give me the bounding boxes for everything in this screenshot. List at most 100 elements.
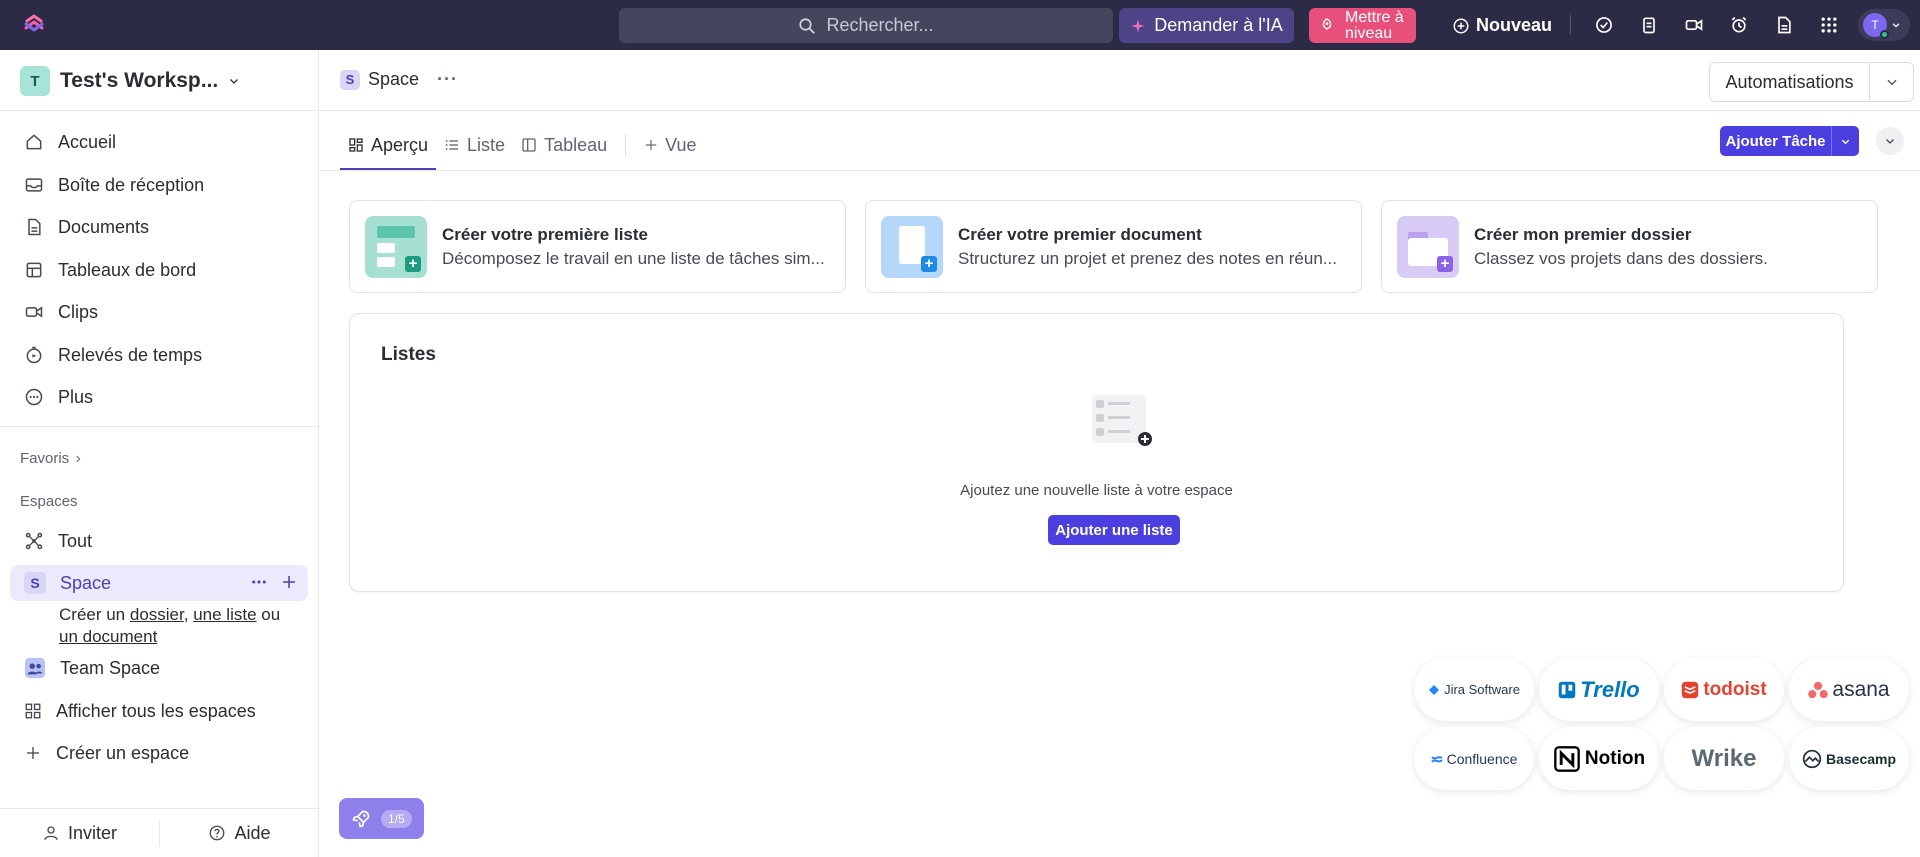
new-label: Nouveau [1476,15,1553,35]
todoist-icon [1682,681,1699,698]
sidebar-item-home[interactable]: Accueil [10,124,308,160]
main-content: S Space ··· Automatisations Aperçu Liste… [320,50,1920,857]
automations-button[interactable]: Automatisations [1709,62,1914,102]
integration-trello[interactable]: Trello [1539,658,1659,721]
integration-notion[interactable]: Notion [1539,727,1659,790]
collapse-toggle-button[interactable] [1876,127,1904,155]
integration-label: Basecamp [1825,750,1897,767]
upgrade-button[interactable]: Mettre à niveau [1309,8,1416,43]
apps-grid-icon[interactable] [1817,13,1841,37]
favorites-section[interactable]: Favoris [20,450,83,467]
avatar: T [1863,13,1889,39]
sidebar-item-clips[interactable]: Clips [10,294,308,330]
space-badge: S [340,69,360,90]
sidebar-item-label: Boîte de réception [58,174,205,195]
sidebar-item-inbox[interactable]: Boîte de réception [10,167,308,203]
ask-ai-button[interactable]: Demander à l'IA [1119,8,1294,43]
tab-board[interactable]: Tableau [513,120,615,170]
home-icon [26,134,42,150]
sidebar-item-documents[interactable]: Documents [10,209,308,245]
help-button[interactable]: Aide [160,823,319,844]
spaces-section-label: Espaces [20,493,78,510]
workspace-switcher[interactable]: T Test's Worksp... [20,65,240,97]
create-folder-card[interactable]: + Créer mon premier dossier Classez vos … [1381,200,1878,293]
basecamp-icon [1802,749,1822,768]
tab-list[interactable]: Liste [436,120,513,170]
create-list-link[interactable]: une liste [193,605,256,624]
search-icon [799,17,816,34]
create-folder-link[interactable]: dossier [130,605,184,624]
create-doc-link[interactable]: un document [59,627,157,646]
tabs-divider [625,134,627,156]
sidebar-item-label: Clips [58,301,99,322]
search-bar[interactable]: Rechercher... [619,8,1113,43]
video-camera-icon[interactable] [1682,13,1706,37]
chevron-right-icon [76,455,81,462]
create-document-card[interactable]: + Créer votre premier document Structure… [865,200,1362,293]
chevron-down-icon [230,79,239,84]
integration-wrike[interactable]: Wrike [1664,727,1784,790]
integration-todoist[interactable]: todoist [1664,658,1784,721]
integration-basecamp[interactable]: Basecamp [1789,727,1909,790]
sidebar-item-view-all-spaces[interactable]: Afficher tous les espaces [10,693,308,729]
invite-button[interactable]: Inviter [0,823,159,844]
sidebar: T Test's Worksp... Accueil Boîte de réce… [0,50,319,857]
check-circle-icon[interactable] [1592,13,1616,37]
clickup-logo-icon[interactable] [22,13,46,37]
sidebar-footer: Inviter Aide [0,808,319,857]
integration-label: todoist [1703,678,1767,700]
sidebar-item-label: Tableaux de bord [58,259,197,280]
add-task-label: Ajouter Tâche [1720,126,1832,156]
sidebar-item-create-space[interactable]: Créer un espace [10,735,308,771]
sidebar-item-label: Relevés de temps [58,344,203,365]
notepad-icon[interactable] [1637,13,1661,37]
upgrade-label: Mettre à niveau [1345,8,1404,42]
integration-jira[interactable]: Jira Software [1414,658,1534,721]
more-horizontal-icon[interactable] [250,573,268,591]
integration-asana[interactable]: asana [1789,658,1909,721]
breadcrumb: S Space ··· [340,69,458,90]
sidebar-item-space[interactable]: S Space [10,565,308,601]
tabs-divider-line [320,170,1920,171]
add-task-button[interactable]: Ajouter Tâche [1720,126,1859,156]
card-description: Classez vos projets dans des dossiers. [1474,248,1768,268]
plus-circle-icon [1453,18,1469,33]
chevron-down-icon[interactable] [1832,126,1859,156]
create-list-card[interactable]: + Créer votre première liste Décomposez … [349,200,846,293]
tab-add-view[interactable]: Vue [636,120,704,170]
avatar-initial: T [1871,18,1879,32]
integration-label: Jira Software [1444,682,1520,697]
sidebar-item-more[interactable]: Plus [10,379,308,415]
user-menu[interactable]: T [1858,9,1910,41]
board-icon [522,138,536,152]
sidebar-item-label: Tout [58,530,93,551]
workspace-name: Test's Worksp... [60,69,219,92]
sidebar-item-team-space[interactable]: Team Space [10,650,308,686]
sidebar-item-dashboards[interactable]: Tableaux de bord [10,252,308,288]
sidebar-item-all-spaces[interactable]: Tout [10,523,308,559]
more-horizontal-icon[interactable]: ··· [437,69,458,90]
alarm-clock-icon[interactable] [1727,13,1751,37]
onboarding-progress-button[interactable]: 1/5 [339,798,424,839]
sidebar-item-timesheets[interactable]: Relevés de temps [10,337,308,373]
page-title[interactable]: Space [368,69,419,90]
tab-overview[interactable]: Aperçu [340,120,437,170]
doc-icon[interactable] [1772,13,1796,37]
card-description: Décomposez le travail en une liste de tâ… [442,248,825,268]
sidebar-item-label: Documents [58,216,150,237]
favorites-label: Favoris [20,450,70,467]
tab-label: Vue [665,134,697,155]
sparkle-icon [1131,18,1145,33]
space-actions [250,573,298,591]
card-title: Créer votre premier document [958,224,1202,244]
integration-confluence[interactable]: Confluence [1414,727,1534,790]
add-list-button[interactable]: Ajouter une liste [1048,515,1180,545]
sidebar-divider [0,110,319,111]
asana-icon [1808,681,1829,698]
chevron-down-icon[interactable] [1870,75,1913,89]
plus-icon[interactable] [280,573,298,591]
sidebar-item-label: Créer un espace [56,742,190,763]
new-button[interactable]: Nouveau [1452,8,1552,43]
chevron-down-icon [1886,139,1894,144]
trello-icon [1558,681,1576,698]
